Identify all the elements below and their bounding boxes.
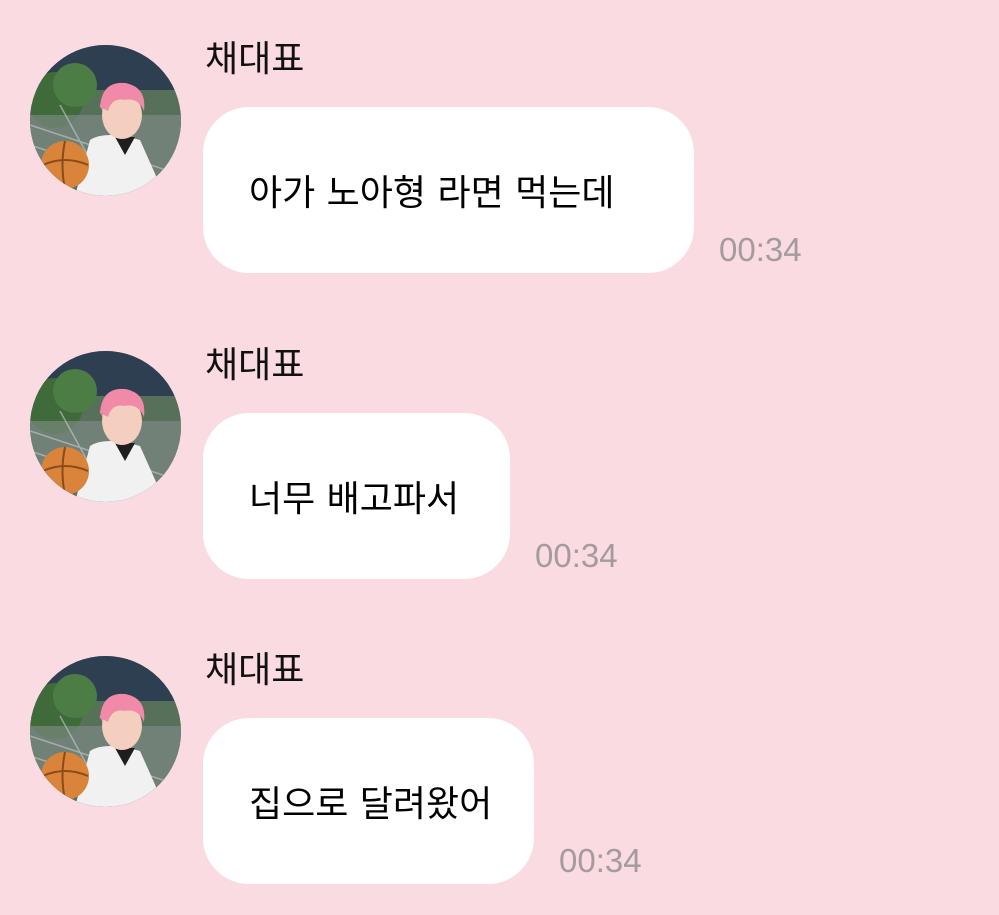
- message-time: 00:34: [535, 537, 618, 574]
- avatar-image: [30, 656, 181, 807]
- message-text: 아가 노아형 라면 먹는데: [249, 173, 615, 214]
- message-bubble[interactable]: 집으로 달려왔어: [203, 718, 534, 884]
- avatar[interactable]: [30, 351, 181, 502]
- sender-name: 채대표: [205, 39, 305, 80]
- sender-name: 채대표: [205, 650, 305, 691]
- message-text: 너무 배고파서: [249, 479, 460, 520]
- sender-name: 채대표: [205, 345, 305, 386]
- chat-message: 채대표 너무 배고파서 00:34: [0, 306, 999, 579]
- avatar[interactable]: [30, 656, 181, 807]
- message-bubble[interactable]: 너무 배고파서: [203, 413, 510, 579]
- message-time: 00:34: [719, 231, 802, 268]
- avatar[interactable]: [30, 45, 181, 196]
- avatar-image: [30, 351, 181, 502]
- message-bubble[interactable]: 아가 노아형 라면 먹는데: [203, 107, 694, 273]
- message-text: 집으로 달려왔어: [249, 784, 493, 825]
- avatar-image: [30, 45, 181, 196]
- chat-message: 채대표 집으로 달려왔어 00:34: [0, 611, 999, 884]
- chat-message: 채대표 아가 노아형 라면 먹는데 00:34: [0, 0, 999, 273]
- message-time: 00:34: [559, 842, 642, 879]
